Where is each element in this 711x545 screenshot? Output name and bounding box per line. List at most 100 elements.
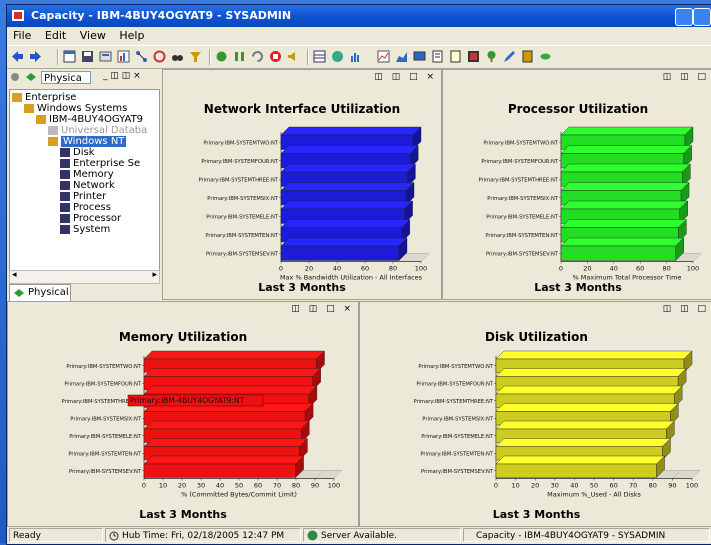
processor-panel: ◫ ◫ □ Processor Utilization Primary:IBM-… <box>442 69 711 300</box>
category-label: Primary:IBM-SYSTEMTHREE:NT <box>413 399 493 405</box>
tree-node[interactable]: Windows Systems <box>24 103 127 114</box>
navigator-pane: Physica _ ◫ ◫ × Enterprise Windows System… <box>7 69 160 302</box>
category-label: Primary:IBM-SYSTEMELE:NT <box>69 434 142 440</box>
properties-icon[interactable] <box>99 50 112 63</box>
tree-node-label: IBM-4BUY4OGYAT9 <box>49 114 144 125</box>
sound-icon[interactable] <box>287 50 300 63</box>
folder-icon <box>12 92 22 102</box>
tree-node-label: Network <box>73 180 115 191</box>
tree-icon[interactable] <box>485 50 498 63</box>
menu-file[interactable]: File <box>13 28 31 44</box>
status-context: Capacity - IBM-4BUY4OGYAT9 - SYSADMIN <box>463 528 710 542</box>
tree-node[interactable]: Process <box>60 202 111 213</box>
tree-node[interactable]: IBM-4BUY4OGYAT9 <box>36 114 143 125</box>
binoculars-icon[interactable] <box>171 50 184 63</box>
forward-arrow-icon[interactable] <box>29 50 42 63</box>
processor-chart: Primary:IBM-SYSTEMTWO:NT Primary:IBM-SYST… <box>478 126 702 282</box>
navigator-header: Physica _ ◫ ◫ × <box>7 69 160 87</box>
hub-time-text: Hub Time: Fri, 02/18/2005 12:47 PM <box>122 531 285 541</box>
category-label: Primary:IBM-SYSTEMTEN:NT <box>205 233 278 239</box>
notepad-icon[interactable] <box>449 50 462 63</box>
plot-chart-icon[interactable] <box>377 50 390 63</box>
area-chart-icon[interactable] <box>395 50 408 63</box>
x-tick-label: 100 <box>686 482 698 490</box>
category-label: Primary:IBM-SYSTEMSEV:NT <box>206 251 279 257</box>
tree-node[interactable]: Universal Databa <box>48 125 147 136</box>
horizontal-scrollbar[interactable]: ◂ ▸ <box>9 270 160 284</box>
resume-icon[interactable] <box>251 50 264 63</box>
tree-node-label: Windows Systems <box>37 103 128 114</box>
category-label: Primary:IBM-SYSTEMSEV:NT <box>486 251 559 257</box>
menu-help[interactable]: Help <box>119 28 144 44</box>
folder-icon <box>48 125 58 135</box>
folder-icon <box>24 103 34 113</box>
bar-chart-icon[interactable] <box>349 50 362 63</box>
bar-top <box>560 219 687 228</box>
status-ready: Ready <box>9 528 103 542</box>
maximize-button[interactable] <box>693 8 711 26</box>
x-tick-label: 80 <box>389 265 397 273</box>
refresh-icon[interactable] <box>215 50 228 63</box>
pen-icon[interactable] <box>503 50 516 63</box>
x-tick-label: 100 <box>415 265 427 273</box>
book-icon[interactable] <box>521 50 534 63</box>
minimize-button[interactable] <box>675 8 693 26</box>
menu-view[interactable]: View <box>80 28 106 44</box>
tree-node[interactable]: Processor <box>60 213 121 224</box>
pane-controls[interactable]: _ ◫ ◫ × <box>103 71 141 81</box>
panel-controls[interactable]: ◫ ◫ □ <box>663 304 709 314</box>
back-arrow-icon[interactable] <box>11 50 24 63</box>
workspace-icon <box>60 213 70 223</box>
terminal-icon[interactable] <box>467 50 480 63</box>
tree-node[interactable]: Enterprise <box>12 92 76 103</box>
category-label: Primary:IBM-SYSTEMSIX:NT <box>207 196 279 202</box>
save-icon[interactable] <box>81 50 94 63</box>
x-tick-label: 20 <box>531 482 539 490</box>
tree-node[interactable]: Network <box>60 180 115 191</box>
x-tick-label: 0 <box>494 482 498 490</box>
tree-node-label: System <box>73 224 111 235</box>
tree-node[interactable]: Printer <box>60 191 106 202</box>
navigator-icon <box>26 73 36 81</box>
tab-physical[interactable]: Physical <box>9 284 71 302</box>
tree-node[interactable]: System <box>60 224 110 235</box>
pause-icon[interactable] <box>233 50 246 63</box>
globe-icon[interactable] <box>331 50 344 63</box>
x-tick-label: 60 <box>254 482 262 490</box>
x-tick-label: 40 <box>570 482 578 490</box>
filter-icon[interactable] <box>189 50 202 63</box>
navigator-view-select[interactable]: Physica <box>41 71 91 84</box>
chart-view-icon[interactable] <box>117 50 130 63</box>
window-title: Capacity - IBM-4BUY4OGYAT9 - SYSADMIN <box>31 9 292 22</box>
topology-icon[interactable] <box>135 50 148 63</box>
tree-node[interactable]: Enterprise Se <box>60 158 140 169</box>
tree-node[interactable]: Memory <box>60 169 114 180</box>
x-tick-label: 100 <box>687 265 699 273</box>
server-globe-icon <box>307 530 318 541</box>
new-workspace-icon[interactable] <box>63 50 76 63</box>
x-axis-label: % (Committed Bytes/Commit Limit) <box>181 491 297 499</box>
x-tick-label: 60 <box>636 265 644 273</box>
category-label: Primary:IBM-SYSTEMTEN:NT <box>420 451 493 457</box>
leaf-icon[interactable] <box>539 50 552 63</box>
bar-top <box>280 145 419 154</box>
menu-edit[interactable]: Edit <box>45 28 66 44</box>
memory-panel: ◫ ◫ □ × Memory Utilization Primary:IBM-S… <box>7 301 359 527</box>
x-tick-label: 40 <box>216 482 224 490</box>
workspace-icon <box>60 147 70 157</box>
tree-node-label: Universal Databa <box>61 125 148 136</box>
table-icon[interactable] <box>313 50 326 63</box>
panel-controls[interactable]: ◫ ◫ □ × <box>374 72 437 82</box>
stop-icon[interactable] <box>269 50 282 63</box>
workspace-icon <box>60 202 70 212</box>
tree-node[interactable]: Disk <box>60 147 94 158</box>
link-icon[interactable] <box>153 50 166 63</box>
bar-top <box>495 438 671 447</box>
tree-node[interactable]: Windows NT <box>48 136 127 147</box>
monitor-icon[interactable] <box>413 50 426 63</box>
panel-controls[interactable]: ◫ ◫ □ <box>663 72 709 82</box>
panel-controls[interactable]: ◫ ◫ □ × <box>291 304 354 314</box>
workspace-icon <box>60 158 70 168</box>
report-icon[interactable] <box>431 50 444 63</box>
x-tick-label: 90 <box>668 482 676 490</box>
